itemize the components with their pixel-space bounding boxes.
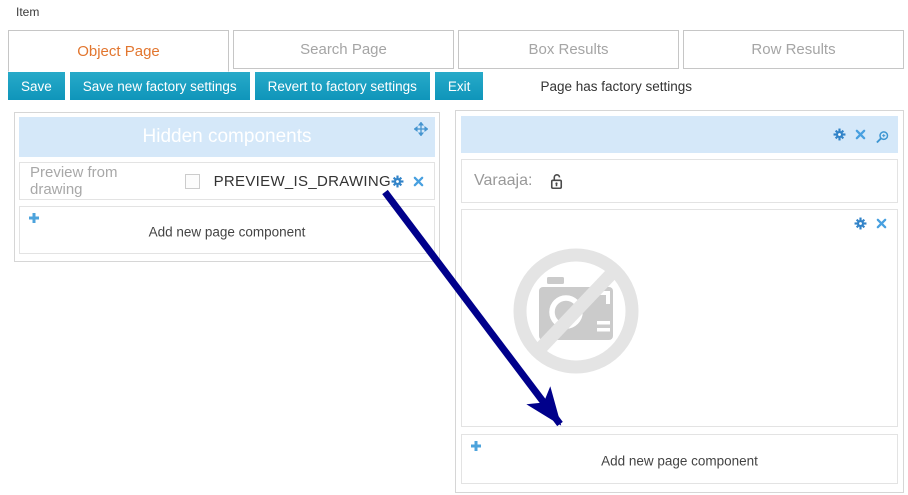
component-label: Preview from drawing [30, 164, 167, 198]
close-icon[interactable] [855, 129, 866, 140]
image-component-box[interactable] [461, 209, 898, 427]
save-button[interactable]: Save [8, 72, 65, 100]
hidden-components-header: Hidden components [19, 117, 435, 157]
tab-object-page[interactable]: Object Page [8, 30, 229, 72]
add-component-row-right[interactable]: Add new page component [461, 434, 898, 484]
move-icon[interactable] [414, 122, 428, 136]
close-icon[interactable] [413, 176, 424, 187]
magnifier-icon[interactable] [875, 130, 890, 145]
hidden-components-title: Hidden components [143, 126, 312, 148]
page-layout-header [461, 116, 898, 153]
factory-settings-status: Page has factory settings [540, 79, 692, 94]
hidden-components-panel: Hidden components Preview from drawing P… [14, 112, 440, 262]
page-layout-panel: Varaaja: [455, 110, 904, 493]
plus-icon[interactable] [470, 440, 482, 452]
exit-button[interactable]: Exit [435, 72, 484, 100]
page-title: Item [16, 5, 39, 19]
gear-icon[interactable] [833, 128, 846, 141]
unlocked-padlock-icon[interactable] [547, 172, 566, 191]
no-image-camera-icon [511, 246, 641, 376]
toolbar: Save Save new factory settings Revert to… [8, 72, 692, 100]
revert-factory-settings-button[interactable]: Revert to factory settings [255, 72, 430, 100]
close-icon[interactable] [876, 218, 887, 229]
component-row-preview: Preview from drawing PREVIEW_IS_DRAWING [19, 162, 435, 200]
tab-row-results[interactable]: Row Results [683, 30, 904, 69]
component-field-name: PREVIEW_IS_DRAWING [214, 173, 391, 190]
gear-icon[interactable] [854, 217, 867, 230]
tab-box-results[interactable]: Box Results [458, 30, 679, 69]
tab-search-page[interactable]: Search Page [233, 30, 454, 69]
preview-checkbox[interactable] [185, 174, 199, 189]
add-component-label-right[interactable]: Add new page component [462, 454, 897, 469]
tab-bar: Object Page Search Page Box Results Row … [8, 30, 904, 69]
add-component-label-left[interactable]: Add new page component [20, 225, 434, 240]
save-factory-settings-button[interactable]: Save new factory settings [70, 72, 250, 100]
add-component-row-left[interactable]: Add new page component [19, 206, 435, 254]
varaaja-label: Varaaja: [474, 172, 532, 190]
gear-icon[interactable] [391, 175, 404, 188]
varaaja-field-row: Varaaja: [461, 159, 898, 203]
plus-icon[interactable] [28, 212, 40, 224]
